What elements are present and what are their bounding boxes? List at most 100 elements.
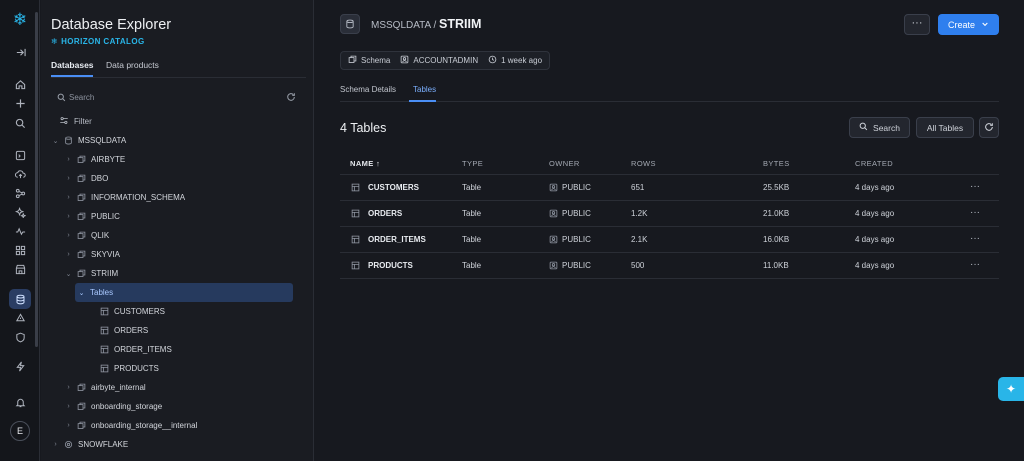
- monitoring-icon[interactable]: [12, 223, 28, 239]
- table-row[interactable]: ORDER_ITEMS Table PUBLIC 2.1K 16.0KB 4 d…: [340, 227, 999, 253]
- home-icon[interactable]: [12, 76, 28, 92]
- tab-schema-details[interactable]: Schema Details: [340, 85, 396, 94]
- tree-node-label: ORDER_ITEMS: [114, 345, 172, 354]
- meta-owner-label: ACCOUNTADMIN: [413, 56, 479, 65]
- row-owner-label: PUBLIC: [562, 261, 591, 270]
- table-row[interactable]: CUSTOMERS Table PUBLIC 651 25.5KB 4 days…: [340, 175, 999, 201]
- table-filter-dropdown[interactable]: All Tables: [916, 117, 974, 138]
- tree-node-table[interactable]: ORDERS: [100, 321, 148, 340]
- chevron-right-icon: ›: [67, 175, 70, 182]
- row-owner: PUBLIC: [549, 209, 591, 218]
- column-header-name[interactable]: NAME ↑: [350, 159, 380, 168]
- clock-icon: [488, 55, 497, 66]
- tab-data-products[interactable]: Data products: [106, 60, 159, 70]
- row-name-cell[interactable]: CUSTOMERS: [351, 183, 419, 192]
- row-bytes: 21.0KB: [763, 209, 790, 218]
- security-shield-icon[interactable]: [12, 329, 28, 345]
- tree-node-table[interactable]: CUSTOMERS: [100, 302, 165, 321]
- tree-node-schema[interactable]: › INFORMATION_SCHEMA: [65, 188, 185, 207]
- tree-node-schema[interactable]: › QLIK: [65, 226, 109, 245]
- tree-node-schema[interactable]: › PUBLIC: [65, 207, 120, 226]
- add-icon[interactable]: [12, 95, 28, 111]
- meta-age-label: 1 week ago: [501, 56, 543, 65]
- row-name: PRODUCTS: [368, 261, 413, 270]
- row-name-cell[interactable]: ORDER_ITEMS: [351, 235, 426, 244]
- row-created: 4 days ago: [855, 183, 895, 192]
- table-search-button[interactable]: Search: [849, 117, 910, 138]
- lightning-icon[interactable]: [12, 358, 28, 374]
- schema-metadata-bar: Schema ACCOUNTADMIN 1 week ago: [340, 51, 551, 70]
- collapse-sidebar-icon[interactable]: [12, 44, 28, 60]
- horizon-catalog-label: ❄ HORIZON CATALOG: [51, 37, 145, 46]
- breadcrumb: MSSQLDATA / STRIIM: [371, 17, 481, 31]
- notifications-bell-icon[interactable]: [12, 394, 28, 410]
- create-button[interactable]: Create: [938, 14, 999, 35]
- refresh-icon[interactable]: [286, 92, 296, 104]
- filter-button[interactable]: Filter: [59, 116, 92, 127]
- breadcrumb-separator: /: [433, 20, 437, 31]
- tree-node-table[interactable]: ORDER_ITEMS: [100, 340, 172, 359]
- search-icon: [859, 122, 868, 133]
- column-header-type[interactable]: TYPE: [462, 159, 483, 168]
- tree-node-schema[interactable]: › SKYVIA: [65, 245, 120, 264]
- row-created: 4 days ago: [855, 209, 895, 218]
- row-name-cell[interactable]: ORDERS: [351, 209, 402, 218]
- row-owner: PUBLIC: [549, 235, 591, 244]
- breadcrumb-database[interactable]: MSSQLDATA: [371, 20, 431, 31]
- row-more-options-icon[interactable]: ···: [970, 233, 980, 244]
- user-avatar[interactable]: E: [10, 421, 30, 441]
- row-more-options-icon[interactable]: ···: [970, 259, 980, 270]
- row-owner-label: PUBLIC: [562, 209, 591, 218]
- marketplace-icon[interactable]: [12, 261, 28, 277]
- worksheets-icon[interactable]: [12, 147, 28, 163]
- column-header-label: NAME: [350, 159, 374, 168]
- row-more-options-icon[interactable]: ···: [970, 181, 980, 192]
- role-icon: [549, 261, 558, 270]
- upload-icon[interactable]: [12, 166, 28, 182]
- tab-databases[interactable]: Databases: [51, 60, 94, 70]
- column-header-bytes[interactable]: BYTES: [763, 159, 790, 168]
- ai-ml-icon[interactable]: [12, 204, 28, 220]
- chevron-down-icon: ⌄: [78, 289, 85, 297]
- data-sharing-icon[interactable]: [12, 185, 28, 201]
- tree-node-schema-striim[interactable]: ⌄ STRIIM: [65, 264, 119, 283]
- tree-node-schema[interactable]: › onboarding_storage: [65, 397, 162, 416]
- schema-icon: [77, 193, 86, 202]
- tree-node-table[interactable]: PRODUCTS: [100, 359, 159, 378]
- tree-node-schema[interactable]: › onboarding_storage__internal: [65, 416, 197, 435]
- database-explorer-icon[interactable]: [9, 289, 31, 309]
- row-more-options-icon[interactable]: ···: [970, 207, 980, 218]
- chevron-right-icon: ›: [54, 441, 57, 448]
- search-icon[interactable]: [12, 115, 28, 131]
- governance-icon[interactable]: [12, 310, 28, 326]
- tree-node-mssqldata[interactable]: ⌄ MSSQLDATA: [52, 131, 127, 150]
- table-refresh-button[interactable]: [979, 117, 999, 138]
- more-options-button[interactable]: ···: [904, 14, 930, 35]
- filter-icon: [59, 116, 69, 127]
- role-icon: [549, 235, 558, 244]
- tree-node-schema[interactable]: › AIRBYTE: [65, 150, 125, 169]
- snowflake-logo-icon[interactable]: ❄: [10, 10, 30, 30]
- search-label: Search: [873, 122, 900, 133]
- sidebar-search-input[interactable]: Search: [57, 92, 297, 104]
- table-row[interactable]: PRODUCTS Table PUBLIC 500 11.0KB 4 days …: [340, 253, 999, 279]
- tree-node-label: PUBLIC: [91, 212, 120, 221]
- active-tab-underline: [51, 75, 93, 77]
- sidebar-title: Database Explorer: [51, 17, 172, 33]
- column-header-created[interactable]: CREATED: [855, 159, 893, 168]
- row-name-cell[interactable]: PRODUCTS: [351, 261, 413, 270]
- tree-node-schema[interactable]: › DBO: [65, 169, 108, 188]
- column-header-owner[interactable]: OWNER: [549, 159, 580, 168]
- ai-assistant-sparkle-icon[interactable]: ✦: [998, 377, 1024, 401]
- tree-node-label: AIRBYTE: [91, 155, 126, 164]
- tab-tables[interactable]: Tables: [413, 85, 436, 94]
- column-header-rows[interactable]: ROWS: [631, 159, 656, 168]
- tree-node-tables-folder[interactable]: ⌄ Tables: [75, 283, 293, 302]
- apps-icon[interactable]: [12, 242, 28, 258]
- rail-scrollbar[interactable]: [35, 12, 38, 347]
- table-icon: [351, 209, 360, 218]
- tree-node-schema[interactable]: › airbyte_internal: [65, 378, 145, 397]
- table-row[interactable]: ORDERS Table PUBLIC 1.2K 21.0KB 4 days a…: [340, 201, 999, 227]
- tree-node-snowflake[interactable]: › SNOWFLAKE: [52, 435, 128, 454]
- row-name: CUSTOMERS: [368, 183, 419, 192]
